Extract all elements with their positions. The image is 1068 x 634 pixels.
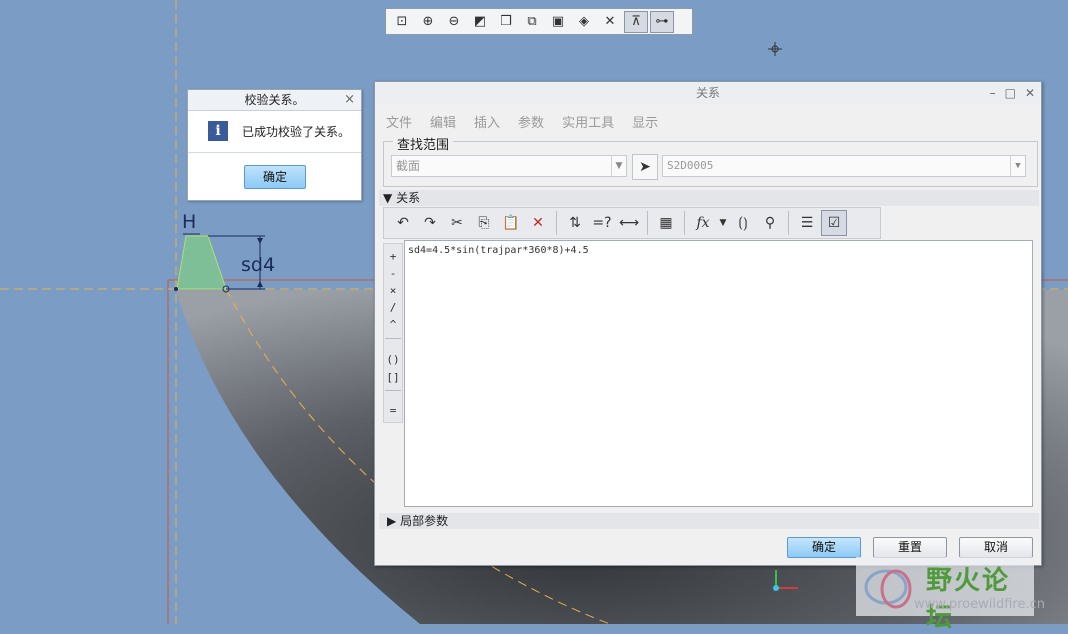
verify-icon[interactable]: ☑ (821, 210, 847, 236)
watermark: 野火论坛 www.proewildfire.cn (856, 557, 1045, 633)
watermark-url: www.proewildfire.cn (914, 597, 1045, 612)
select-pointer-button[interactable]: ➤ (632, 154, 658, 180)
cut-icon[interactable]: ✂ (444, 210, 470, 236)
section-label: 关系 (396, 191, 421, 205)
watermark-logo (864, 569, 912, 609)
dimension-sd4-label[interactable]: sd4 (241, 254, 275, 276)
operator-equals[interactable]: = (384, 404, 402, 417)
zoom-fit-icon[interactable]: ⊡ (390, 11, 414, 33)
paste-icon[interactable]: 📋 (498, 210, 524, 236)
object-value: S2D0005 (667, 159, 714, 172)
chevron-down-icon[interactable]: ▼ (611, 156, 626, 176)
display-style-icon[interactable]: ▣ (546, 11, 570, 33)
relations-section-header[interactable]: ▼ 关系 (379, 190, 1039, 206)
saved-views-icon[interactable]: ⧉ (520, 11, 544, 33)
measure-icon[interactable]: ⟷ (616, 210, 642, 236)
ok-button[interactable]: 确定 (787, 537, 861, 558)
relations-editor[interactable]: sd4=4.5*sin(trajpar*360*8)+4.5 (404, 240, 1033, 507)
cursor-crosshair (768, 42, 782, 56)
menu-insert[interactable]: 插入 (474, 112, 500, 131)
insert-function-icon[interactable]: fx (690, 210, 716, 236)
delete-icon[interactable]: ✕ (525, 210, 551, 236)
local-params-label: 局部参数 (400, 514, 449, 528)
search-scope-label: 查找范围 (393, 134, 454, 153)
operator-multiply[interactable]: × (384, 284, 402, 297)
pointer-icon: ➤ (639, 159, 651, 175)
insert-parameter-icon[interactable]: ⟮⟯ (730, 210, 756, 236)
divider (188, 152, 361, 153)
operator-parens[interactable]: () (384, 353, 402, 366)
dialog-message: 已成功校验了关系。 (242, 124, 351, 139)
operator-divide[interactable]: / (384, 301, 402, 314)
relation-line: sd4=4.5*sin(trajpar*360*8)+4.5 (408, 245, 589, 256)
annotation-display-icon[interactable]: ⊼ (624, 10, 648, 33)
show-info-icon[interactable]: ☰ (794, 210, 820, 236)
chevron-down-icon[interactable]: ▼ (1010, 156, 1025, 176)
close-icon[interactable]: × (344, 90, 355, 110)
dialog-titlebar[interactable]: 校验关系。 × (188, 90, 361, 111)
orient-icon[interactable]: ❒ (494, 11, 518, 33)
copy-icon[interactable]: ⎘ (471, 210, 497, 236)
menu-utilities[interactable]: 实用工具 (562, 112, 614, 131)
origin-vertex (174, 287, 178, 291)
datum-display-icon[interactable]: ◈ (572, 11, 596, 33)
close-icon[interactable]: ✕ (1025, 82, 1035, 104)
zoom-in-icon[interactable]: ⊕ (416, 11, 440, 33)
collapse-triangle-icon: ▼ (383, 191, 393, 205)
switch-dimensions-icon[interactable]: ⇅ (562, 210, 588, 236)
relations-dialog: 关系 – □ ✕ 文件 编辑 插入 参数 实用工具 显示 查找范围 截面 ▼ ➤… (374, 81, 1042, 566)
reset-button[interactable]: 重置 (873, 537, 947, 558)
evaluate-icon[interactable]: =? (589, 210, 615, 236)
info-icon: i (208, 121, 228, 141)
chevron-down-icon[interactable]: ▼ (717, 210, 729, 236)
h-constraint-label: H (182, 211, 197, 233)
undo-icon[interactable]: ↶ (390, 210, 416, 236)
operator-power[interactable]: ^ (384, 318, 402, 331)
operator-strip: + - × / ^ () [] = (383, 243, 403, 423)
dialog-title: 校验关系。 (244, 93, 305, 107)
sort-relations-icon[interactable]: ▦ (653, 210, 679, 236)
scope-select[interactable]: 截面 ▼ (391, 155, 627, 177)
menu-file[interactable]: 文件 (386, 112, 412, 131)
menu-edit[interactable]: 编辑 (430, 112, 456, 131)
menubar: 文件 编辑 插入 参数 实用工具 显示 (386, 112, 658, 131)
operator-plus[interactable]: + (384, 250, 402, 263)
point-display-icon[interactable]: ⊶ (650, 10, 674, 33)
redo-icon[interactable]: ↷ (417, 210, 443, 236)
zoom-out-icon[interactable]: ⊖ (442, 11, 466, 33)
relations-toolbar: ↶ ↷ ✂ ⎘ 📋 ✕ ⇅ =? ⟷ ▦ fx ▼ ⟮⟯ ⚲ ☰ ☑ (383, 207, 881, 239)
operator-minus[interactable]: - (384, 267, 402, 280)
operator-brackets[interactable]: [] (384, 371, 402, 384)
menu-show[interactable]: 显示 (632, 112, 658, 131)
dialog-titlebar[interactable]: 关系 – □ ✕ (375, 82, 1041, 104)
repaint-icon[interactable]: ◩ (468, 11, 492, 33)
unit-icon[interactable]: ⚲ (757, 210, 783, 236)
dialog-title: 关系 (695, 86, 720, 100)
object-select[interactable]: S2D0005 ▼ (662, 155, 1026, 177)
spin-center-icon[interactable]: ✕ (598, 11, 622, 33)
ok-button[interactable]: 确定 (244, 165, 306, 189)
sketch-section (176, 235, 227, 290)
minimize-icon[interactable]: – (990, 82, 996, 104)
local-parameters-header[interactable]: ▶ 局部参数 (379, 513, 1039, 529)
scope-value: 截面 (396, 159, 421, 173)
view-toolbar: ⊡ ⊕ ⊖ ◩ ❒ ⧉ ▣ ◈ ✕ ⊼ ⊶ (385, 8, 693, 35)
cancel-button[interactable]: 取消 (959, 537, 1033, 558)
expand-triangle-icon: ▶ (387, 514, 397, 528)
maximize-icon[interactable]: □ (1005, 82, 1016, 104)
menu-parameters[interactable]: 参数 (518, 112, 544, 131)
verify-relations-dialog: 校验关系。 × i 已成功校验了关系。 确定 (187, 89, 362, 201)
